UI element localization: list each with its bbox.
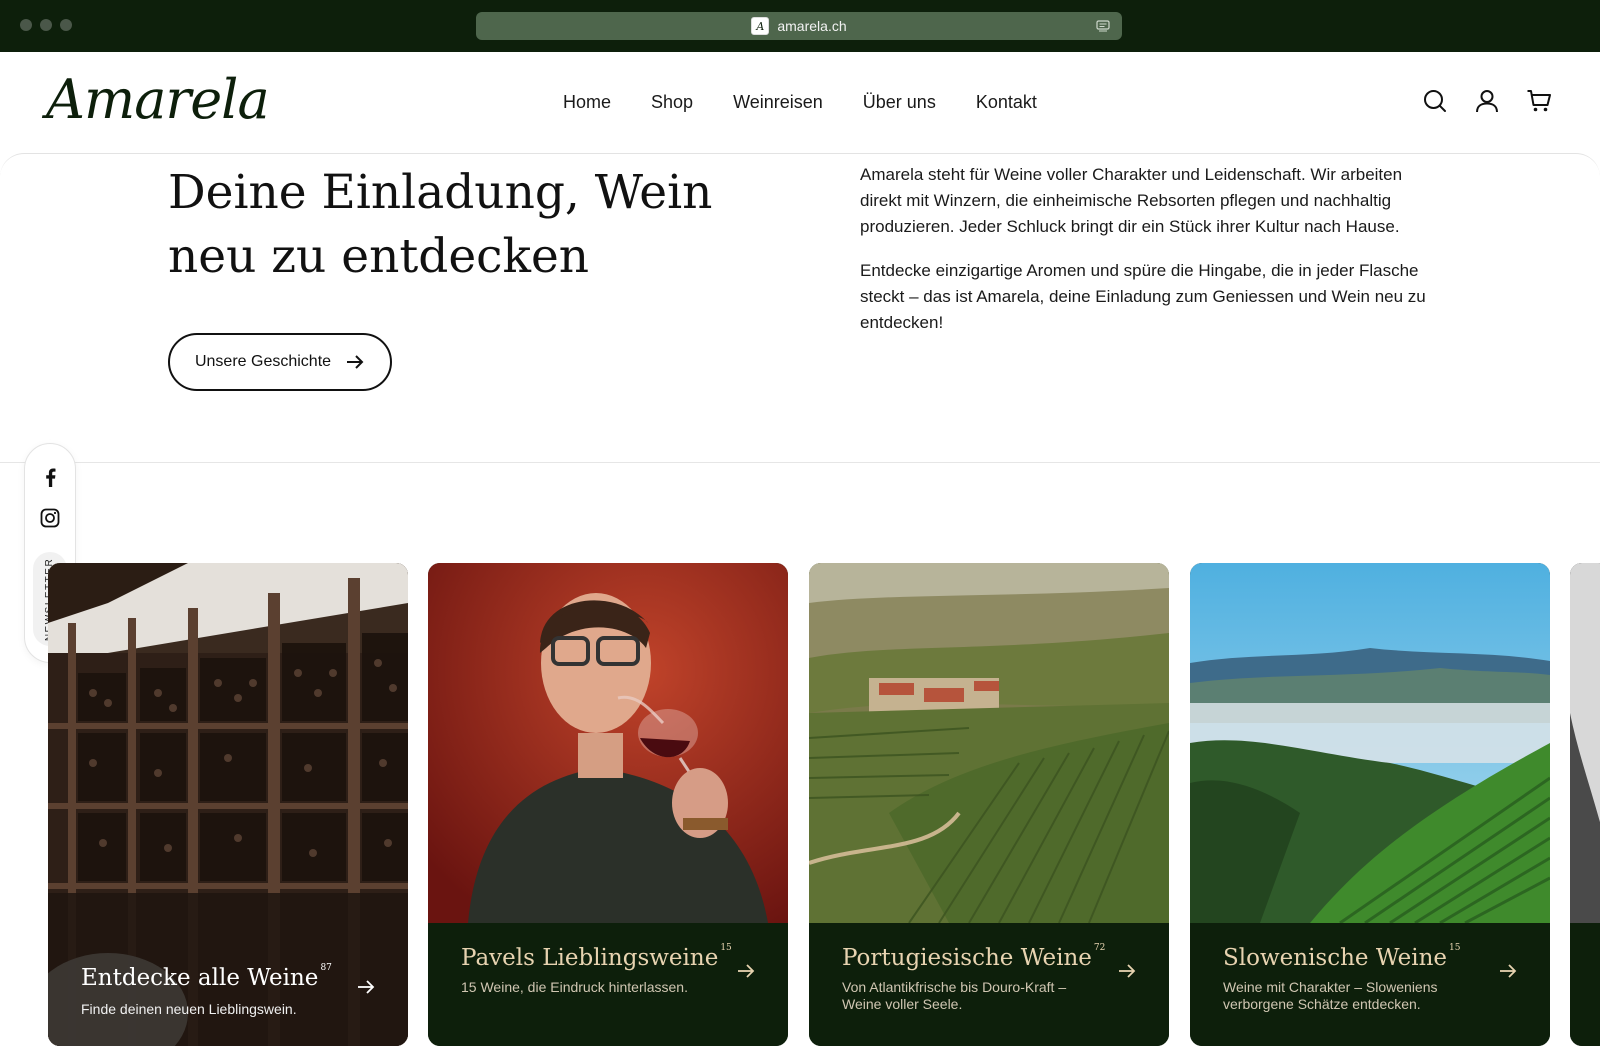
favicon-icon: A <box>751 17 770 35</box>
our-story-button-label: Unsere Geschichte <box>194 353 332 370</box>
nav-item-ueber-uns[interactable]: Über uns <box>863 92 936 113</box>
hero-title-line-1: Deine Einladung, Wein <box>168 165 713 220</box>
browser-chrome: A amarela.ch <box>0 0 1600 52</box>
nav-item-kontakt[interactable]: Kontakt <box>976 92 1037 113</box>
facebook-icon[interactable] <box>39 466 61 488</box>
card-footer: Pavels Lieblingsweine 15 15 Weine, die Ei… <box>428 923 788 1046</box>
account-icon[interactable] <box>1474 88 1500 114</box>
site-logo[interactable]: Amarela <box>46 68 270 131</box>
hero-title: Deine Einladung, Wein neu zu entdecken <box>168 161 728 289</box>
portrait-image <box>428 563 788 923</box>
reader-mode-icon[interactable] <box>1096 19 1110 33</box>
nav-item-home[interactable]: Home <box>563 92 611 113</box>
next-card-image <box>1570 563 1600 1046</box>
card-count: 72 <box>1093 943 1106 953</box>
header-actions <box>1422 88 1552 114</box>
our-story-button[interactable]: Unsere Geschichte <box>168 333 392 391</box>
card-footer: Portugiesische Weine 72 Von Atlantikfrisc… <box>809 923 1169 1046</box>
minimize-window-button[interactable] <box>40 19 52 31</box>
category-carousel: Entdecke alle Weine 87 Finde deinen neuen… <box>48 563 1600 1048</box>
card-count: 15 <box>1449 943 1461 953</box>
arrow-right-icon <box>1119 964 1136 978</box>
card-subtitle: Finde deinen neuen Lieblingswein. <box>81 1001 297 1017</box>
category-card-all-wines[interactable]: Entdecke alle Weine 87 Finde deinen neuen… <box>48 563 408 1046</box>
card-subtitle: Weine mit Charakter – Sloweniens verborg… <box>1223 979 1438 1012</box>
card-footer: Slowenische Weine 15 Weine mit Charakter … <box>1190 923 1550 1046</box>
card-title: Entdecke alle Weine 87 <box>81 963 332 991</box>
nav-item-weinreisen[interactable]: Weinreisen <box>733 92 823 113</box>
instagram-icon[interactable] <box>40 508 60 528</box>
hero-title-line-2: neu zu entdecken <box>168 229 590 284</box>
hero-paragraph-1: Amarela steht für Weine voller Charakter… <box>860 165 1403 236</box>
arrow-right-icon <box>347 355 364 369</box>
hero-description: Amarela steht für Weine voller Charakter… <box>860 162 1440 354</box>
card-subtitle: Von Atlantikfrische bis Douro-Kraft – We… <box>842 979 1067 1012</box>
arrow-right-icon <box>1500 964 1517 978</box>
hillside-vineyard-image <box>1190 563 1550 923</box>
category-card-next-partial[interactable] <box>1570 563 1600 1046</box>
arrow-right-icon <box>358 980 375 994</box>
card-title: Pavels Lieblingsweine 15 <box>461 943 732 971</box>
hero-paragraph-2: Entdecke einzigartige Aromen und spüre d… <box>860 261 1426 332</box>
window-controls <box>20 19 72 31</box>
main-nav: Home Shop Weinreisen Über uns Kontakt <box>563 92 1037 113</box>
url-text: amarela.ch <box>777 18 847 34</box>
address-bar[interactable]: A amarela.ch <box>476 12 1122 40</box>
cart-icon[interactable] <box>1526 88 1552 114</box>
zoom-window-button[interactable] <box>60 19 72 31</box>
card-count: 87 <box>320 963 332 973</box>
arrow-right-icon <box>738 964 755 978</box>
vineyard-image <box>809 563 1169 923</box>
site-header: Amarela Home Shop Weinreisen Über uns Ko… <box>0 52 1600 154</box>
category-card-slovenian-wines[interactable]: Slowenische Weine 15 Weine mit Charakter … <box>1190 563 1550 1046</box>
category-card-portuguese-wines[interactable]: Portugiesische Weine 72 Von Atlantikfrisc… <box>809 563 1169 1046</box>
category-card-pavels-favorites[interactable]: Pavels Lieblingsweine 15 15 Weine, die Ei… <box>428 563 788 1046</box>
search-icon[interactable] <box>1422 88 1448 114</box>
nav-item-shop[interactable]: Shop <box>651 92 693 113</box>
card-count: 15 <box>720 943 732 953</box>
card-title: Slowenische Weine 15 <box>1223 943 1461 971</box>
card-title: Portugiesische Weine 72 <box>842 943 1106 971</box>
hero-section: Deine Einladung, Wein neu zu entdecken U… <box>0 153 1600 463</box>
close-window-button[interactable] <box>20 19 32 31</box>
card-subtitle: 15 Weine, die Eindruck hinterlassen. <box>461 979 688 995</box>
